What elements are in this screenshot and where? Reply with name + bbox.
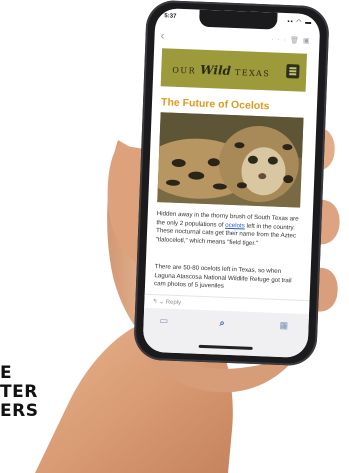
- mail-bottom-toolbar: ▭ ⌕ ▦: [142, 307, 310, 359]
- brand-wild: Wild: [199, 62, 232, 78]
- mailbox-icon[interactable]: ▭: [159, 315, 168, 326]
- mail-toolbar: ‹ ···🗑▣: [154, 30, 319, 50]
- menu-icon[interactable]: [286, 64, 300, 79]
- newsletter-banner: OUR Wild TEXAS: [160, 48, 308, 92]
- article-paragraph-2: There are 50-80 ocelots left in Texas, s…: [153, 263, 292, 291]
- more-icon[interactable]: ···: [271, 36, 290, 44]
- home-indicator[interactable]: [198, 344, 253, 350]
- search-icon[interactable]: ⌕: [219, 318, 224, 329]
- compose-icon[interactable]: ▦: [279, 320, 288, 331]
- brand-right: TEXAS: [234, 68, 271, 79]
- mail-toolbar-icons: ···🗑▣: [271, 35, 314, 45]
- phone-device: 5:37 ▪▪ ◠ ▬ ‹ ···🗑▣ OUR Wild TEXAS The F…: [133, 0, 330, 367]
- brand-logo: OUR Wild TEXAS: [172, 62, 271, 80]
- article-paragraph-1: Hidden away in the thorny brush of South…: [156, 210, 303, 250]
- brand-left: OUR: [172, 65, 197, 76]
- phone-notch: [198, 9, 278, 30]
- ocelot-photo: [157, 112, 304, 208]
- phone-screen: 5:37 ▪▪ ◠ ▬ ‹ ···🗑▣ OUR Wild TEXAS The F…: [142, 7, 321, 359]
- trash-icon[interactable]: 🗑: [290, 37, 303, 44]
- reply-button[interactable]: ↰ ⌄ Reply: [152, 298, 181, 306]
- ocelots-link[interactable]: ocelots: [225, 221, 245, 229]
- article-headline: The Future of Ocelots: [160, 96, 270, 113]
- reply-icon: ↰ ⌄: [152, 299, 166, 306]
- status-icons: ▪▪ ◠ ▬: [287, 19, 313, 26]
- archive-icon[interactable]: ▣: [303, 38, 314, 45]
- reply-label: Reply: [165, 299, 182, 307]
- screenshot-scene: E TER ERS 5:37 ▪▪ ◠ ▬ ‹ ···🗑▣ OUR Wild T…: [0, 0, 349, 473]
- status-time: 5:37: [164, 13, 177, 20]
- chevron-left-icon[interactable]: ‹: [160, 30, 164, 42]
